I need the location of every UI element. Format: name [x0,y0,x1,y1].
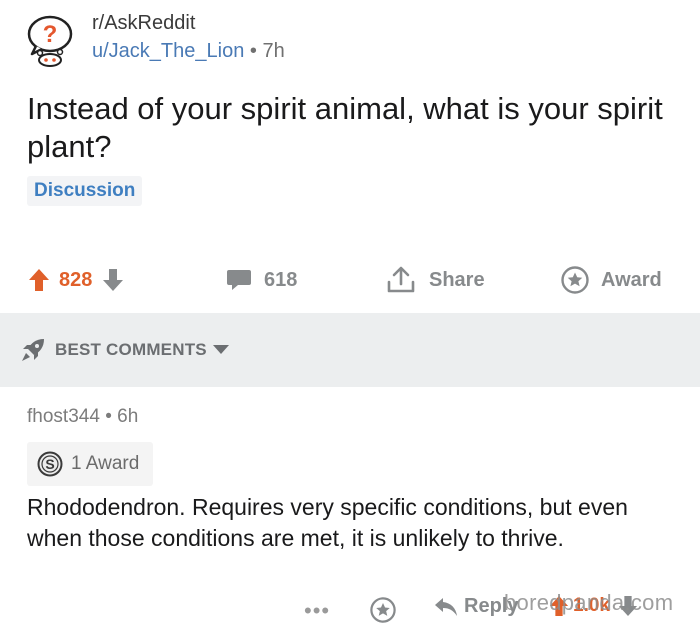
rocket-icon [22,339,44,361]
share-label: Share [429,268,485,291]
caret-down-icon [212,345,229,354]
sort-dropdown[interactable]: BEST COMMENTS [20,337,229,363]
share-button[interactable]: Share [386,258,485,302]
meta-separator: • [249,40,257,62]
comment-author[interactable]: fhost344 [27,406,100,427]
post-action-bar: 828 618 Share Award [0,258,700,302]
subreddit-avatar-icon[interactable]: ? [22,10,78,68]
vote-control: 828 [28,258,124,302]
downvote-icon[interactable] [102,268,124,292]
upvote-icon[interactable] [28,268,50,292]
author-link[interactable]: u/Jack_The_Lion [92,40,244,62]
award-label: Award [601,268,662,291]
comment-timestamp: 6h [117,406,139,427]
award-button[interactable]: Award [561,258,662,302]
comment-icon [227,270,251,290]
share-icon [387,266,415,293]
comment-award-badge[interactable]: S 1 Award [27,442,154,486]
award-star-icon [561,266,589,294]
post-score: 828 [59,268,93,291]
post-title[interactable]: Instead of your spirit animal, what is y… [27,90,677,166]
subreddit-name[interactable]: r/AskReddit [92,10,285,36]
post-header: ? r/AskReddit u/Jack_The_Lion • 7h [22,10,285,68]
comments-button[interactable]: 618 [226,258,297,302]
post-timestamp: 7h [262,40,285,62]
post-flair[interactable]: Discussion [27,176,143,206]
silver-award-icon: S [37,451,63,477]
watermark: boredpanda.com [504,590,674,615]
comment-body: Rhododendron. Requires very specific con… [27,494,628,551]
comment-meta: fhost344 • 6h [27,405,677,429]
comment-meta-separator: • [105,406,112,427]
sort-label: BEST COMMENTS [55,340,207,359]
comment: fhost344 • 6h S 1 Award Rhododendron. Re… [27,405,677,554]
svg-text:?: ? [43,21,58,48]
author-line: u/Jack_The_Lion • 7h [92,37,285,65]
more-options-icon[interactable]: ••• [304,598,330,624]
reply-icon [435,597,457,616]
comment-count: 618 [264,268,298,291]
post-meta: r/AskReddit u/Jack_The_Lion • 7h [92,10,285,65]
give-award-icon[interactable] [370,597,396,623]
svg-text:S: S [45,456,54,472]
award-count: 1 Award [71,453,140,474]
comment-sort-bar: BEST COMMENTS [0,313,700,387]
